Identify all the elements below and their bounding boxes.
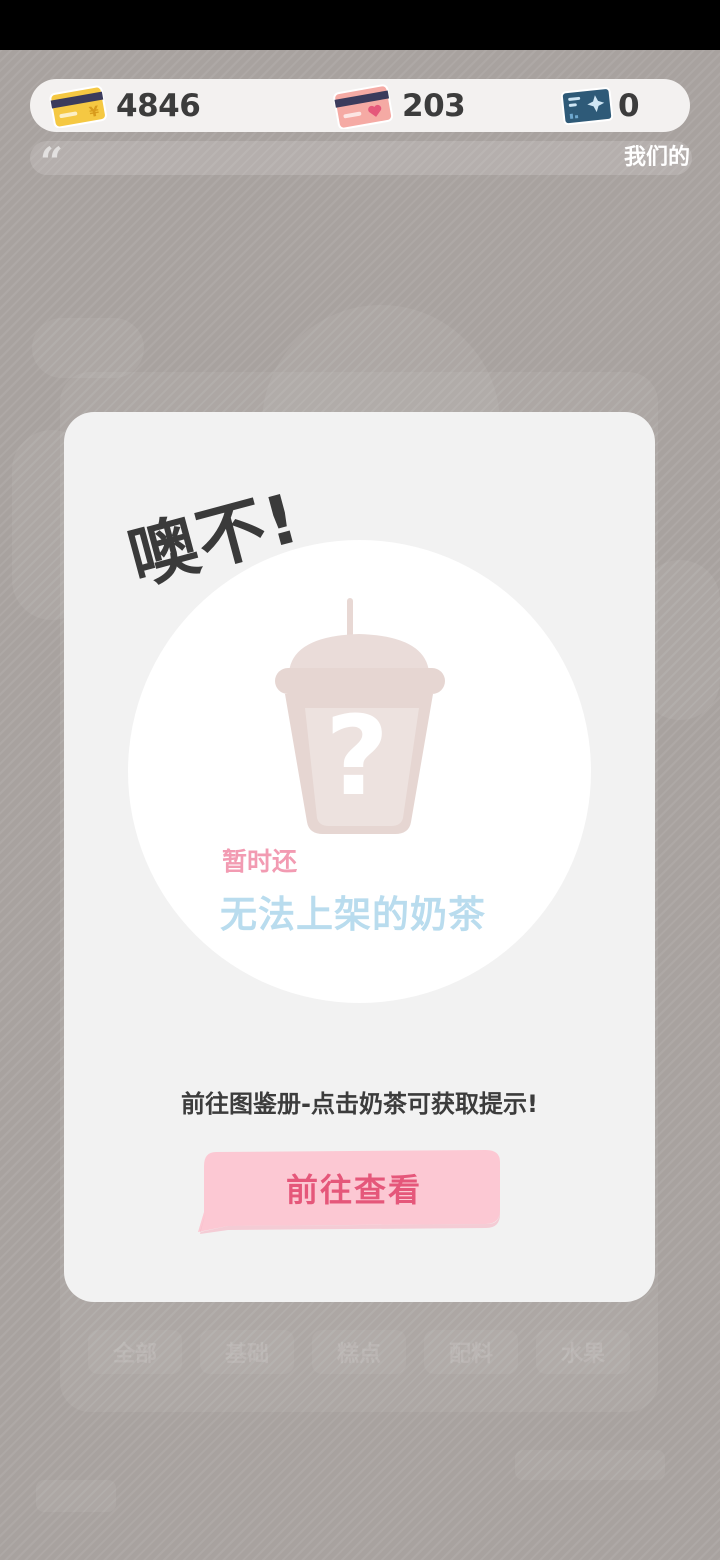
heart-card-counter[interactable]: 203 <box>332 79 466 132</box>
bg-tab: 水果 <box>536 1330 630 1374</box>
question-cup-icon: ? <box>269 598 449 852</box>
subtitle-large: 无法上架的奶茶 <box>220 893 486 936</box>
bg-tab: 配料 <box>424 1330 518 1374</box>
notice-bar: “ 我们的 <box>30 141 692 183</box>
goto-view-label: 前往查看 <box>285 1171 422 1209</box>
gold-card-icon: ¥ <box>48 84 108 128</box>
bg-tab: 基础 <box>200 1330 294 1374</box>
svg-text:?: ? <box>325 692 389 820</box>
bg-tab: 全部 <box>88 1330 182 1374</box>
subtitle-small: 暂时还 <box>222 847 298 876</box>
bg-footer-right <box>515 1450 665 1480</box>
bg-pill <box>32 318 144 378</box>
gold-card-value: 4846 <box>116 87 201 124</box>
gold-card-counter[interactable]: ¥ 4846 <box>48 79 201 132</box>
heart-card-value: 203 <box>402 87 466 124</box>
blue-card-icon <box>560 84 616 128</box>
quote-icon: “ <box>40 139 64 186</box>
status-bar <box>0 0 720 50</box>
goto-view-button[interactable]: 前往查看 <box>198 1148 504 1234</box>
notice-text: 我们的 <box>623 145 690 170</box>
blue-card-counter[interactable]: 0 <box>560 79 640 132</box>
locked-tea-dialog: ? 噢不! 暂时还 无法上架的奶茶 前往图鉴册-点击奶茶可获取提示! 前往查看 <box>64 412 655 1302</box>
currency-bar: ¥ 4846 203 0 <box>30 79 690 132</box>
blue-card-value: 0 <box>618 87 640 124</box>
heart-card-icon <box>332 83 394 129</box>
bg-tab: 糕点 <box>312 1330 406 1374</box>
bg-footer-left <box>36 1480 116 1512</box>
hint-text: 前往图鉴册-点击奶茶可获取提示! <box>181 1090 538 1118</box>
